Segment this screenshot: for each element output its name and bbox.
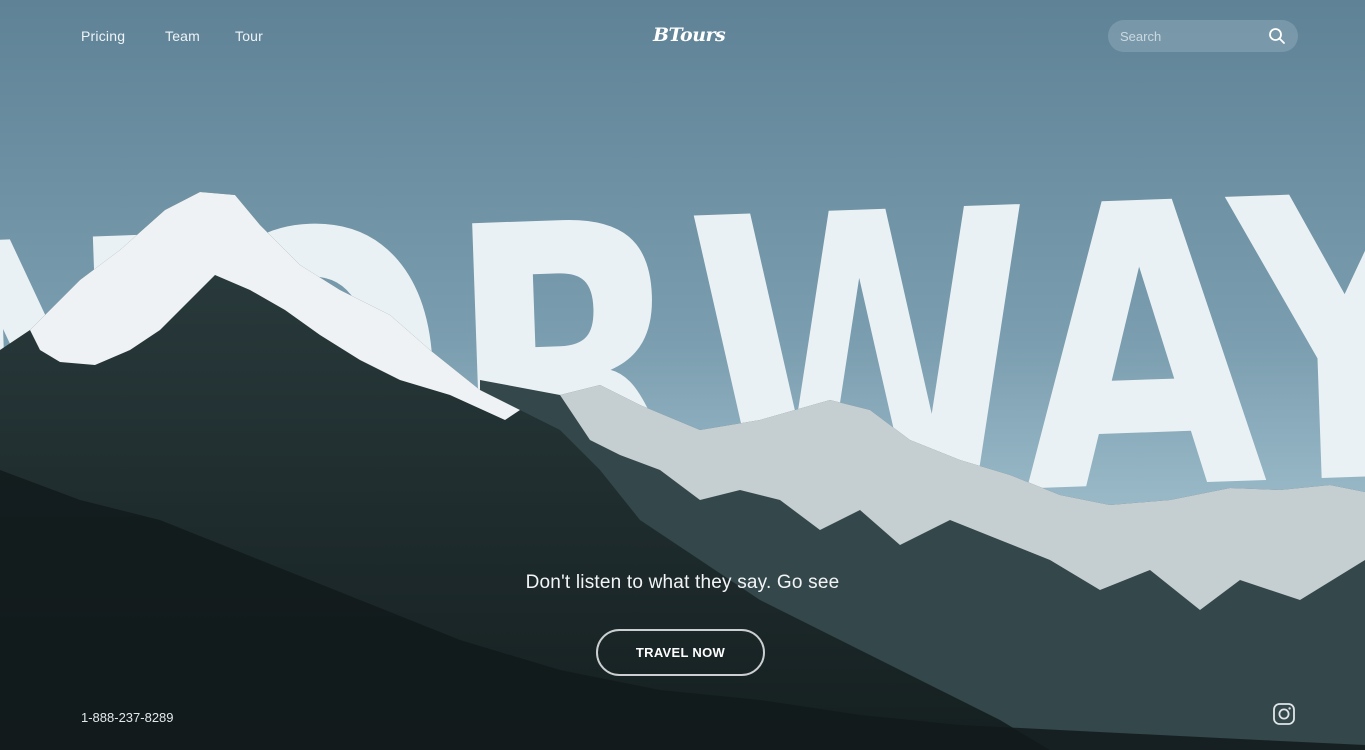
travel-now-button[interactable]: TRAVEL NOW (596, 629, 765, 676)
instagram-icon[interactable] (1272, 702, 1296, 726)
nav-link-pricing[interactable]: Pricing (81, 28, 125, 44)
phone-number[interactable]: 1-888-237-8289 (81, 710, 174, 725)
hero-tagline: Don't listen to what they say. Go see (525, 572, 840, 593)
nav-link-tour[interactable]: Tour (235, 28, 263, 44)
search-box (1108, 20, 1298, 52)
search-icon[interactable] (1268, 27, 1286, 45)
nav-link-team[interactable]: Team (165, 28, 200, 44)
search-input[interactable] (1120, 20, 1260, 52)
brand-logo[interactable]: BTours (653, 24, 726, 46)
